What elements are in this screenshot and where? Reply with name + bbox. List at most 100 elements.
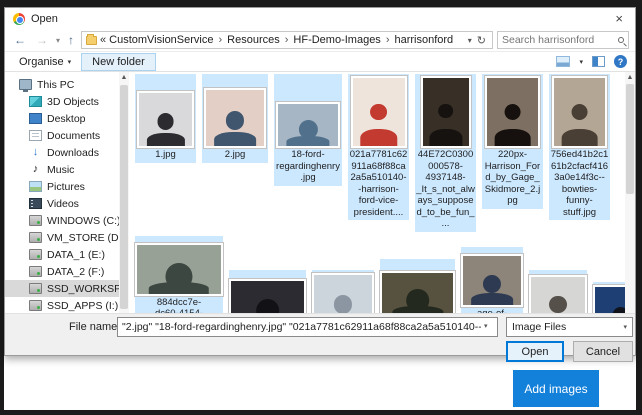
sidebar-item-label: SSD_WORKSPAC — [47, 283, 119, 295]
person-silhouette — [214, 111, 256, 146]
help-icon[interactable]: ? — [614, 55, 627, 68]
sidebar-item[interactable]: Pictures — [5, 178, 119, 195]
file-name-caption: 220px-Harrison_Ford_by_Gage_Skidmore_2.j… — [482, 148, 543, 209]
sidebar-list: This PC 3D Objects Desktop Documents Dow… — [5, 72, 119, 322]
sidebar-item[interactable]: Desktop — [5, 110, 119, 127]
sidebar-item[interactable]: DATA_1 (E:) — [5, 246, 119, 263]
file-item[interactable]: 1.jpg — [135, 74, 196, 163]
search-box — [497, 31, 629, 49]
sidebar-item-label: Downloads — [47, 147, 99, 159]
scrollbar-thumb[interactable] — [626, 84, 634, 194]
file-thumbnail — [137, 91, 194, 148]
file-type-value: Image Files — [512, 321, 566, 333]
scroll-up-icon[interactable]: ▲ — [625, 72, 635, 84]
file-type-select[interactable]: Image Files ▾ — [506, 317, 633, 337]
sidebar-item[interactable]: Music — [5, 161, 119, 178]
navigation-bar: ← → ▾ ↑ « CustomVisionService › Resources ›… — [5, 29, 635, 52]
file-thumbnail — [135, 243, 223, 296]
breadcrumb-item[interactable]: CustomVisionService — [109, 34, 213, 46]
sidebar-item[interactable]: 3D Objects — [5, 93, 119, 110]
person-silhouette — [471, 275, 513, 305]
file-item[interactable]: age-of-adaline-harrison-ford-jacket-650x… — [461, 247, 523, 322]
scrollbar-thumb[interactable] — [120, 85, 128, 309]
file-item[interactable]: 44E72C0300000578-4937148-_It_s_not_alway… — [415, 74, 476, 232]
preview-pane-icon[interactable] — [592, 56, 605, 67]
scroll-up-icon[interactable]: ▲ — [119, 72, 129, 84]
sidebar-item[interactable]: Downloads — [5, 144, 119, 161]
sidebar-item-label: This PC — [37, 79, 74, 91]
breadcrumb-overflow[interactable]: « — [100, 34, 106, 46]
files-scrollbar[interactable]: ▲ ▼ — [625, 72, 635, 322]
window-title: Open — [31, 13, 609, 25]
person-silhouette — [149, 263, 209, 293]
change-view-icon[interactable] — [556, 56, 570, 67]
organise-label: Organise — [19, 56, 64, 68]
new-folder-button[interactable]: New folder — [81, 53, 156, 71]
sidebar-item-label: Videos — [47, 198, 79, 210]
folder-icon — [86, 36, 97, 45]
sidebar-item[interactable]: Documents — [5, 127, 119, 144]
search-icon — [618, 37, 624, 43]
forward-icon[interactable]: → — [33, 33, 51, 47]
file-name-caption: 021a7781c62911a68f88ca2a5a510140--harris… — [348, 148, 409, 220]
add-images-button[interactable]: Add images — [513, 370, 599, 407]
file-name-caption: 18-ford-regardinghenry.jpg — [275, 148, 341, 186]
address-dropdown-icon[interactable]: ▾ — [468, 36, 472, 45]
sidebar-item[interactable]: This PC — [5, 76, 119, 93]
file-name-caption: 756ed41b2c161b2cfacf4163a0e14f3c--bowtie… — [549, 148, 610, 220]
file-name-label: File name: — [69, 321, 120, 333]
sidebar-item[interactable]: WINDOWS (C:) — [5, 212, 119, 229]
address-bar[interactable]: « CustomVisionService › Resources › HF-Demo-… — [81, 31, 493, 49]
file-thumbnail — [461, 254, 523, 307]
file-item[interactable]: 884dcc7e-dc60-4154-b868-5215fb98ef32-206… — [135, 236, 223, 323]
file-item[interactable]: 021a7781c62911a68f88ca2a5a510140--harris… — [348, 74, 409, 220]
person-silhouette — [360, 104, 397, 146]
close-icon[interactable]: × — [609, 11, 629, 26]
up-icon[interactable]: ↑ — [65, 33, 77, 47]
sidebar-item[interactable]: DATA_2 (F:) — [5, 263, 119, 280]
refresh-icon[interactable]: ↻ — [475, 34, 488, 47]
view-dropdown-icon[interactable]: ▾ — [579, 58, 583, 66]
file-thumbnail — [552, 76, 607, 148]
sidebar-item-label: 3D Objects — [47, 96, 99, 108]
drive-icon — [29, 232, 42, 243]
breadcrumb-item[interactable]: HF-Demo-Images — [293, 34, 380, 46]
screen: Add images Open × ← → ▾ ↑ « CustomVision… — [0, 0, 642, 415]
recent-locations-icon[interactable]: ▾ — [55, 36, 61, 45]
open-button[interactable]: Open — [506, 341, 564, 362]
file-item[interactable]: 2.jpg — [202, 74, 268, 163]
person-silhouette — [561, 104, 598, 146]
cube-icon — [29, 96, 42, 107]
file-thumbnail — [421, 76, 471, 148]
picture-icon — [29, 181, 42, 192]
organise-button[interactable]: Organise ▾ — [13, 54, 77, 70]
cancel-button[interactable]: Cancel — [573, 341, 633, 362]
breadcrumb-item[interactable]: harrisonford — [394, 34, 453, 46]
file-grid-row: 884dcc7e-dc60-4154-b868-5215fb98ef32-206… — [135, 236, 625, 323]
sidebar-item-label: DATA_1 (E:) — [47, 249, 105, 261]
breadcrumb-separator[interactable]: › — [218, 34, 222, 46]
sidebar-scrollbar[interactable]: ▲ ▼ — [119, 72, 129, 322]
file-item[interactable]: 18-ford-regardinghenry.jpg — [274, 74, 342, 186]
sidebar-item-label: Documents — [47, 130, 100, 142]
sidebar-item-label: Music — [47, 164, 74, 176]
file-item[interactable]: 756ed41b2c161b2cfacf4163a0e14f3c--bowtie… — [549, 74, 610, 220]
file-name-input[interactable] — [117, 317, 498, 337]
title-bar: Open × — [5, 8, 635, 29]
breadcrumb-separator[interactable]: › — [285, 34, 289, 46]
back-icon[interactable]: ← — [11, 33, 29, 47]
sidebar-item[interactable]: SSD_APPS (I:) — [5, 297, 119, 314]
search-input[interactable] — [502, 34, 618, 46]
command-bar: Organise ▾ New folder ▾ ? — [5, 52, 635, 72]
sidebar-item[interactable]: Videos — [5, 195, 119, 212]
drive-icon — [29, 283, 42, 294]
breadcrumb-item[interactable]: Resources — [227, 34, 280, 46]
sidebar-item[interactable]: VM_STORE (D:) — [5, 229, 119, 246]
document-icon — [29, 130, 42, 141]
video-icon — [29, 198, 42, 209]
sidebar-item-label: Desktop — [47, 113, 86, 125]
sidebar-item[interactable]: SSD_WORKSPAC — [5, 280, 119, 297]
file-item[interactable]: 220px-Harrison_Ford_by_Gage_Skidmore_2.j… — [482, 74, 543, 209]
breadcrumb-separator[interactable]: › — [386, 34, 390, 46]
file-grid-row: 1.jpg 2.jpg 18-ford-regardinghenry.jpg 0… — [135, 74, 625, 232]
